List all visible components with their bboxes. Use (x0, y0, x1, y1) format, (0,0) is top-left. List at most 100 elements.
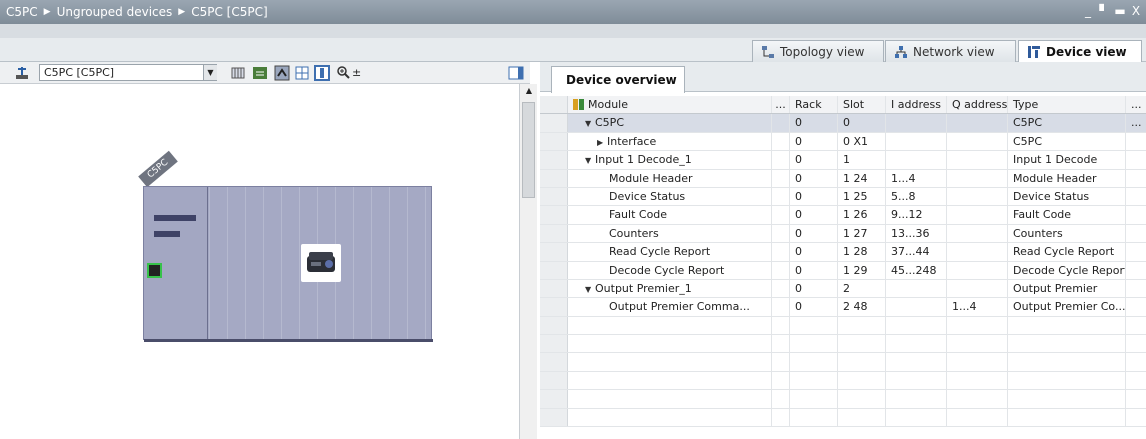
empty-cell (838, 316, 886, 335)
empty-cell (886, 316, 947, 335)
table-row[interactable]: ▼ C5PC 0 0 C5PC... (540, 114, 1146, 133)
maximize-button[interactable]: ▬ (1114, 3, 1126, 19)
module-cell[interactable]: Module Header (568, 169, 772, 187)
tab-network-view[interactable]: Network view (885, 40, 1016, 62)
float-button[interactable]: ▘ (1098, 3, 1110, 19)
empty-cell (568, 408, 772, 427)
columns-icon[interactable] (314, 65, 330, 81)
more-cell (772, 132, 790, 151)
table-row[interactable]: ▶ Interface 0 0 X1 C5PC (540, 132, 1146, 152)
table-row[interactable]: Decode Cycle Report 0 1 29 45...248 Decode C… (540, 261, 1146, 280)
module-label: Module Header (609, 171, 693, 185)
expanded-arrow-icon[interactable]: ▼ (585, 152, 595, 168)
canvas-scrollbar[interactable]: ▲ (519, 84, 537, 439)
rack-cell: 0 (790, 132, 838, 151)
slot-cell: 0 X1 (838, 132, 886, 151)
column-header-rack[interactable]: Rack (790, 96, 838, 114)
table-row[interactable]: ▼ Input 1 Decode_1 0 1 Input 1 Decode (540, 151, 1146, 170)
panel-toggle-icon[interactable] (508, 65, 524, 81)
module-cell[interactable]: Output Premier Comma... (568, 298, 772, 316)
table-row[interactable]: Device Status 0 1 25 5...8 Device Status (540, 187, 1146, 207)
device-view-toolbar: C5PC [C5PC] ▼ ± (0, 62, 530, 84)
module-cell[interactable]: Read Cycle Report (568, 243, 772, 261)
breadcrumb-separator-icon: ▶ (43, 7, 51, 17)
breadcrumb-project[interactable]: C5PC (6, 5, 38, 19)
more-cell (772, 187, 790, 206)
rack-icon[interactable] (230, 65, 246, 81)
tab-topology-view[interactable]: Topology view (752, 40, 884, 62)
empty-cell (790, 353, 838, 371)
device-selector[interactable]: C5PC [C5PC] (39, 64, 217, 81)
row-gutter (540, 298, 568, 316)
more-cell (1126, 262, 1146, 279)
module-cell[interactable]: Counters (568, 224, 772, 243)
rack-cell: 0 (790, 151, 838, 169)
header-gutter (540, 96, 568, 114)
grid-icon[interactable] (294, 65, 310, 81)
rack-slot-0[interactable] (144, 187, 208, 339)
empty-cell (838, 408, 886, 427)
filter-icon[interactable] (573, 99, 585, 110)
table-row[interactable]: Read Cycle Report 0 1 28 37...44 Read Cycle … (540, 243, 1146, 262)
table-row[interactable]: Fault Code 0 1 26 9...12 Fault Code (540, 206, 1146, 225)
empty-cell (790, 408, 838, 427)
minimize-button[interactable]: _ (1082, 3, 1094, 19)
module-cell[interactable]: ▼ Input 1 Decode_1 (568, 151, 772, 169)
table-row[interactable]: Counters 0 1 27 13...36 Counters (540, 224, 1146, 244)
slot-cell: 1 24 (838, 169, 886, 187)
close-button[interactable]: X (1130, 3, 1142, 19)
collapsed-arrow-icon[interactable]: ▶ (597, 134, 607, 150)
more-cell (772, 243, 790, 261)
network-pin-icon[interactable] (14, 65, 30, 81)
monitor-icon[interactable] (274, 65, 290, 81)
tab-device-overview[interactable]: Device overview (551, 66, 685, 93)
tab-device-view[interactable]: Device view (1018, 40, 1142, 63)
column-header-more[interactable]: ... (1126, 96, 1146, 113)
expanded-arrow-icon[interactable]: ▼ (585, 281, 595, 297)
module-cell[interactable]: ▼ Output Premier_1 (568, 279, 772, 298)
module-cell[interactable]: ▶ Interface (568, 132, 772, 151)
type-cell: Input 1 Decode (1008, 151, 1126, 169)
slot-cell: 1 25 (838, 187, 886, 206)
empty-cell (947, 390, 1008, 408)
module-cell[interactable]: Decode Cycle Report (568, 261, 772, 279)
type-cell: Output Premier Co... (1008, 298, 1126, 316)
rack-cell: 0 (790, 114, 838, 132)
module-cell[interactable]: Fault Code (568, 206, 772, 224)
column-header-type[interactable]: Type (1008, 96, 1126, 114)
column-header-i-address[interactable]: I address (886, 96, 947, 114)
chevron-down-icon[interactable]: ▼ (203, 65, 217, 80)
column-header-slot[interactable]: Slot (838, 96, 886, 114)
device-canvas[interactable]: C5PC (0, 84, 530, 439)
column-header-module[interactable]: Module (568, 96, 772, 114)
empty-cell (838, 390, 886, 408)
status-bar (154, 231, 180, 237)
zoom-icon[interactable] (336, 65, 352, 81)
empty-cell (540, 408, 568, 427)
slot-cell: 1 29 (838, 261, 886, 279)
breadcrumb-device[interactable]: C5PC [C5PC] (191, 5, 267, 19)
table-row[interactable]: Output Premier Comma... 0 2 48 1...4 Output … (540, 298, 1146, 317)
module-cell[interactable]: ▼ C5PC (568, 114, 772, 132)
interface-port-icon[interactable] (147, 263, 162, 278)
device-icon (1028, 46, 1040, 58)
rack-cell: 0 (790, 243, 838, 261)
column-header-q-address[interactable]: Q address (947, 96, 1008, 114)
empty-cell (540, 335, 568, 353)
properties-icon[interactable] (252, 65, 268, 81)
i-address-cell: 5...8 (886, 187, 947, 206)
expanded-arrow-icon[interactable]: ▼ (585, 115, 595, 131)
breadcrumb-folder[interactable]: Ungrouped devices (57, 5, 173, 19)
column-header-more[interactable]: ... (772, 96, 790, 114)
module-cell[interactable]: Device Status (568, 187, 772, 206)
empty-cell (1126, 353, 1146, 370)
table-row[interactable]: ▼ Output Premier_1 0 2 Output Premier (540, 279, 1146, 299)
table-row[interactable]: Module Header 0 1 24 1...4 Module Header (540, 169, 1146, 188)
device-rack[interactable] (143, 186, 433, 342)
empty-cell (947, 335, 1008, 353)
scroll-thumb[interactable] (522, 102, 535, 198)
rack-cell: 0 (790, 261, 838, 279)
scroll-up-icon[interactable]: ▲ (523, 86, 535, 96)
zoom-level-icon[interactable]: ± (352, 65, 368, 81)
more-cell (772, 298, 790, 316)
